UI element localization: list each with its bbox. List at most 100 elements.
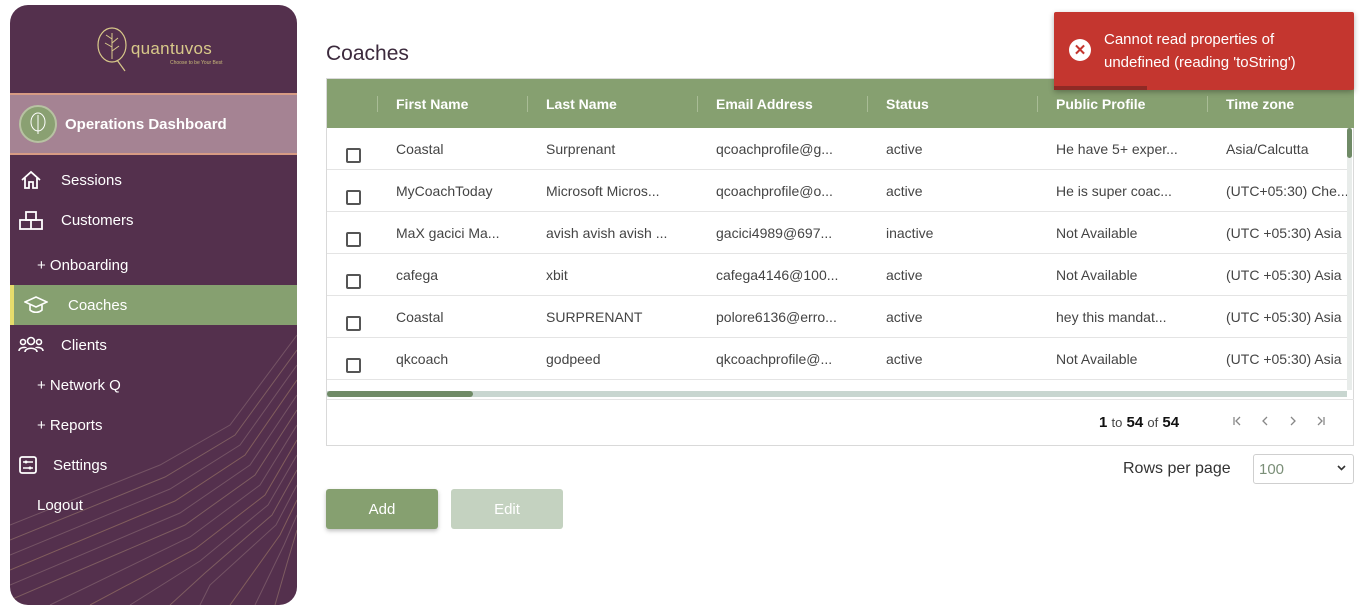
- row-checkbox[interactable]: [346, 358, 361, 373]
- first-page-icon[interactable]: [1229, 413, 1245, 429]
- first-name-cell: qkcoach: [396, 351, 449, 367]
- sidebar-item-network-q[interactable]: + Network Q: [10, 365, 297, 405]
- brand-logo: quantuvos Choose to be Your Best: [10, 5, 297, 93]
- sidebar-item-label: Customers: [61, 211, 134, 229]
- next-page-icon[interactable]: [1285, 413, 1301, 429]
- sidebar-item-customers[interactable]: Customers: [10, 200, 297, 240]
- divider: [10, 153, 297, 155]
- last-name-cell: godpeed: [546, 351, 601, 367]
- sidebar-item-label: Sessions: [61, 171, 122, 189]
- edit-button[interactable]: Edit: [451, 489, 563, 529]
- operations-dashboard-header[interactable]: Operations Dashboard: [10, 95, 297, 153]
- sidebar-item-coaches[interactable]: Coaches: [10, 285, 297, 325]
- status-cell: active: [886, 267, 923, 283]
- status-cell: active: [886, 183, 923, 199]
- sidebar-item-reports[interactable]: + Reports: [10, 405, 297, 445]
- sidebar-item-logout[interactable]: Logout: [10, 485, 297, 525]
- table-row[interactable]: MaX gacici Ma... avish avish avish ... g…: [327, 212, 1347, 254]
- email-cell: cafega4146@100...: [716, 267, 839, 283]
- settings-icon: [15, 454, 41, 476]
- error-message: Cannot read properties of undefined (rea…: [1104, 31, 1296, 71]
- toast-progress-bar: [1054, 86, 1147, 90]
- table-row[interactable]: Coastal Surprenant qcoachprofile@g... ac…: [327, 128, 1347, 170]
- pager-of-word: of: [1147, 415, 1159, 430]
- public-profile-cell: Not Available: [1056, 351, 1138, 367]
- horizontal-scrollbar[interactable]: [327, 391, 1347, 397]
- first-name-cell: Coastal: [396, 309, 444, 325]
- table-row[interactable]: qkcoach godpeed qkcoachprofile@... activ…: [327, 338, 1347, 380]
- users-icon: [18, 334, 44, 356]
- home-icon: [18, 169, 44, 191]
- scrollbar-thumb[interactable]: [1347, 128, 1352, 158]
- error-toast[interactable]: ✕ Cannot read properties of undefined (r…: [1054, 12, 1354, 90]
- column-header-email[interactable]: Email Address: [716, 79, 813, 128]
- public-profile-cell: Not Available: [1056, 267, 1138, 283]
- row-checkbox[interactable]: [346, 190, 361, 205]
- public-profile-cell: Not Available: [1056, 225, 1138, 241]
- vertical-scrollbar[interactable]: [1347, 128, 1352, 390]
- row-checkbox[interactable]: [346, 274, 361, 289]
- row-checkbox[interactable]: [346, 232, 361, 247]
- last-name-cell: Surprenant: [546, 141, 616, 157]
- avatar: [19, 105, 57, 143]
- table-row[interactable]: Coastal SURPRENANT polore6136@erro... ac…: [327, 296, 1347, 338]
- column-separator: [697, 96, 698, 112]
- previous-page-icon[interactable]: [1257, 413, 1273, 429]
- first-name-cell: cafega: [396, 267, 439, 283]
- sidebar-item-label: Logout: [37, 496, 83, 514]
- last-name-cell: Microsoft Micros...: [546, 183, 660, 199]
- time-zone-cell: (UTC+05:30) Che...: [1226, 183, 1347, 199]
- column-header-first-name[interactable]: First Name: [396, 79, 468, 128]
- email-cell: polore6136@erro...: [716, 309, 837, 325]
- page-range-end: 54: [1126, 414, 1144, 431]
- total-rows: 54: [1162, 414, 1180, 431]
- rows-per-page-value: 100: [1259, 460, 1285, 478]
- sidebar-item-label: Coaches: [68, 296, 128, 314]
- column-separator: [377, 96, 378, 112]
- status-cell: active: [886, 309, 923, 325]
- time-zone-cell: (UTC +05:30) Asia: [1226, 267, 1342, 283]
- rows-per-page-select[interactable]: 100: [1253, 454, 1354, 484]
- last-page-icon[interactable]: [1313, 413, 1329, 429]
- column-header-last-name[interactable]: Last Name: [546, 79, 617, 128]
- public-profile-cell: He have 5+ exper...: [1056, 141, 1178, 157]
- row-checkbox[interactable]: [346, 316, 361, 331]
- page-title: Coaches: [326, 42, 409, 65]
- column-separator: [867, 96, 868, 112]
- row-checkbox[interactable]: [346, 148, 361, 163]
- sidebar-item-settings[interactable]: Settings: [10, 445, 297, 485]
- scrollbar-thumb[interactable]: [327, 391, 473, 397]
- sidebar-item-label: Settings: [53, 456, 108, 474]
- brand-tagline: Choose to be Your Best: [170, 60, 223, 66]
- sidebar: quantuvos Choose to be Your Best Operati…: [10, 5, 297, 605]
- brand-name: quantuvos: [130, 39, 213, 58]
- email-cell: qcoachprofile@g...: [716, 141, 833, 157]
- pagination-summary: 1 to 54 of 54: [1099, 414, 1179, 431]
- last-name-cell: xbit: [546, 267, 568, 283]
- last-name-cell: avish avish avish ...: [546, 225, 668, 241]
- first-name-cell: MaX gacici Ma...: [396, 225, 500, 241]
- time-zone-cell: (UTC +05:30) Asia: [1226, 309, 1342, 325]
- tree-logo-icon: [97, 27, 127, 72]
- sidebar-item-label: + Network Q: [37, 376, 121, 394]
- first-name-cell: Coastal: [396, 141, 444, 157]
- column-separator: [1037, 96, 1038, 112]
- last-name-cell: SURPRENANT: [546, 309, 643, 325]
- table-body: Coastal Surprenant qcoachprofile@g... ac…: [327, 128, 1347, 390]
- tree-avatar-icon: [30, 112, 46, 134]
- sidebar-item-clients[interactable]: Clients: [10, 325, 297, 365]
- pagination-bar: 1 to 54 of 54: [327, 399, 1354, 446]
- table-row[interactable]: MyCoachToday Microsoft Micros... qcoachp…: [327, 170, 1347, 212]
- page-range-start: 1: [1099, 414, 1108, 431]
- column-separator: [527, 96, 528, 112]
- table-row[interactable]: cafega xbit cafega4146@100... active Not…: [327, 254, 1347, 296]
- time-zone-cell: Asia/Calcutta: [1226, 141, 1309, 157]
- column-separator: [1207, 96, 1208, 112]
- public-profile-cell: He is super coac...: [1056, 183, 1172, 199]
- sidebar-item-onboarding[interactable]: + Onboarding: [10, 245, 297, 285]
- sidebar-item-label: + Reports: [37, 416, 103, 434]
- add-button[interactable]: Add: [326, 489, 438, 529]
- sidebar-item-sessions[interactable]: Sessions: [10, 160, 297, 200]
- status-cell: active: [886, 141, 923, 157]
- column-header-status[interactable]: Status: [886, 79, 929, 128]
